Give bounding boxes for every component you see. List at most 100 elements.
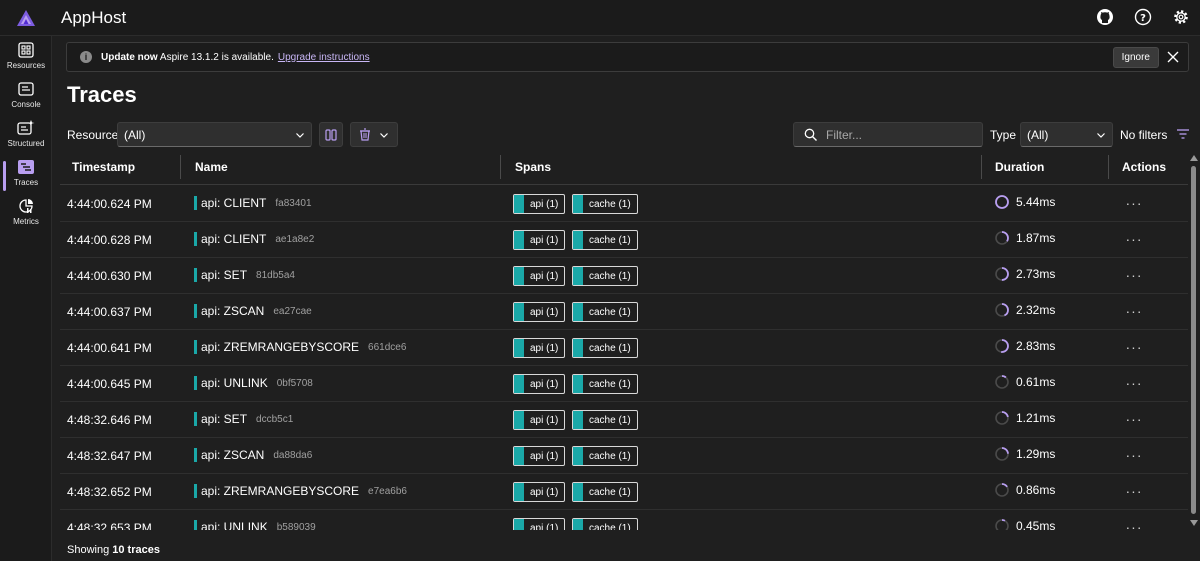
columns-button[interactable] — [319, 122, 343, 147]
span-badge[interactable]: api (1) — [513, 194, 566, 214]
span-badge[interactable]: cache (1) — [572, 230, 638, 250]
trace-name-cell[interactable]: api: ZSCAN da88da6 — [194, 446, 312, 464]
table-row[interactable]: 4:44:00.645 PM api: UNLINK 0bf5708 api (1) c… — [60, 366, 1188, 402]
close-icon[interactable] — [1165, 49, 1181, 65]
duration-progress-icon — [995, 483, 1009, 497]
trace-name[interactable]: api: ZSCAN — [201, 448, 264, 462]
more-actions-icon[interactable]: ··· — [1126, 267, 1142, 283]
span-badge[interactable]: cache (1) — [572, 410, 638, 430]
header-timestamp[interactable]: Timestamp — [72, 160, 135, 174]
table-row[interactable]: 4:44:00.630 PM api: SET 81db5a4 api (1) cach… — [60, 258, 1188, 294]
trace-duration: 0.86ms — [1016, 483, 1056, 497]
nav-console[interactable]: Console — [0, 79, 52, 117]
trace-name[interactable]: api: ZSCAN — [201, 304, 264, 318]
span-badge[interactable]: cache (1) — [572, 302, 638, 322]
more-actions-icon[interactable]: ··· — [1126, 519, 1142, 530]
more-actions-icon[interactable]: ··· — [1126, 195, 1142, 211]
more-actions-icon[interactable]: ··· — [1126, 303, 1142, 319]
span-badge[interactable]: api (1) — [513, 230, 566, 250]
trace-name-cell[interactable]: api: UNLINK 0bf5708 — [194, 374, 313, 392]
more-actions-icon[interactable]: ··· — [1126, 447, 1142, 463]
span-label: cache (1) — [589, 450, 631, 462]
trace-name-cell[interactable]: api: UNLINK b589039 — [194, 518, 316, 530]
span-badge[interactable]: cache (1) — [572, 374, 638, 394]
more-actions-icon[interactable]: ··· — [1126, 375, 1142, 391]
trace-name-cell[interactable]: api: CLIENT fa83401 — [194, 194, 312, 212]
span-badge[interactable]: cache (1) — [572, 518, 638, 530]
table-row[interactable]: 4:48:32.647 PM api: ZSCAN da88da6 api (1) ca… — [60, 438, 1188, 474]
span-badge[interactable]: api (1) — [513, 266, 566, 286]
trace-name[interactable]: api: CLIENT — [201, 196, 266, 210]
header-name[interactable]: Name — [195, 160, 228, 174]
column-resize-handle[interactable] — [180, 155, 181, 179]
resource-select[interactable]: (All) — [117, 122, 312, 147]
span-badge[interactable]: cache (1) — [572, 266, 638, 286]
trace-name-cell[interactable]: api: ZSCAN ea27cae — [194, 302, 312, 320]
upgrade-instructions-link[interactable]: Upgrade instructions — [278, 52, 370, 63]
span-badge[interactable]: cache (1) — [572, 338, 638, 358]
trace-id: da88da6 — [273, 449, 313, 461]
span-badge[interactable]: cache (1) — [572, 482, 638, 502]
nav-structured[interactable]: Structured — [0, 118, 52, 156]
table-row[interactable]: 4:44:00.637 PM api: ZSCAN ea27cae api (1) ca… — [60, 294, 1188, 330]
more-actions-icon[interactable]: ··· — [1126, 231, 1142, 247]
more-actions-icon[interactable]: ··· — [1126, 411, 1142, 427]
trace-name[interactable]: api: SET — [201, 412, 247, 426]
trace-name-cell[interactable]: api: ZREMRANGEBYSCORE e7ea6b6 — [194, 482, 407, 500]
trace-name-cell[interactable]: api: SET dccb5c1 — [194, 410, 293, 428]
filter-icon[interactable] — [1176, 128, 1190, 140]
span-badge[interactable]: cache (1) — [572, 446, 638, 466]
column-resize-handle[interactable] — [1108, 155, 1109, 179]
span-badge[interactable]: cache (1) — [572, 194, 638, 214]
trace-name[interactable]: api: SET — [201, 268, 247, 282]
table-row[interactable]: 4:44:00.624 PM api: CLIENT fa83401 api (1) c… — [60, 186, 1188, 222]
span-badge[interactable]: api (1) — [513, 446, 566, 466]
scroll-down-icon[interactable] — [1190, 520, 1198, 526]
header-spans[interactable]: Spans — [515, 160, 551, 174]
scroll-up-icon[interactable] — [1190, 155, 1198, 161]
trace-name-cell[interactable]: api: SET 81db5a4 — [194, 266, 295, 284]
nav-label: Structured — [7, 139, 45, 148]
trace-count-value: 10 traces — [112, 544, 160, 556]
vertical-scrollbar[interactable] — [1188, 150, 1200, 534]
help-icon[interactable]: ? — [1130, 4, 1156, 30]
span-badge[interactable]: api (1) — [513, 302, 566, 322]
more-actions-icon[interactable]: ··· — [1126, 339, 1142, 355]
span-badge[interactable]: api (1) — [513, 518, 566, 530]
span-color-swatch — [514, 447, 524, 465]
github-icon[interactable] — [1092, 4, 1118, 30]
span-badge[interactable]: api (1) — [513, 410, 566, 430]
trace-name[interactable]: api: CLIENT — [201, 232, 266, 246]
delete-menu-button[interactable] — [350, 122, 398, 147]
trace-name-cell[interactable]: api: CLIENT ae1a8e2 — [194, 230, 314, 248]
span-label: cache (1) — [589, 378, 631, 390]
column-resize-handle[interactable] — [981, 155, 982, 179]
table-row[interactable]: 4:44:00.641 PM api: ZREMRANGEBYSCORE 661dc… — [60, 330, 1188, 366]
column-resize-handle[interactable] — [500, 155, 501, 179]
nav-metrics[interactable]: Metrics — [0, 196, 52, 234]
table-row[interactable]: 4:48:32.652 PM api: ZREMRANGEBYSCORE e7ea6… — [60, 474, 1188, 510]
aspire-logo-icon[interactable] — [0, 0, 52, 36]
trace-name[interactable]: api: ZREMRANGEBYSCORE — [201, 484, 359, 498]
duration-cell: 2.32ms — [994, 302, 1055, 318]
duration-progress-icon — [995, 195, 1009, 209]
trace-name[interactable]: api: UNLINK — [201, 520, 268, 530]
trace-name[interactable]: api: ZREMRANGEBYSCORE — [201, 340, 359, 354]
table-row[interactable]: 4:48:32.653 PM api: UNLINK b589039 api (1) c… — [60, 510, 1188, 530]
span-badge[interactable]: api (1) — [513, 338, 566, 358]
span-badge[interactable]: api (1) — [513, 482, 566, 502]
nav-resources[interactable]: Resources — [0, 40, 52, 78]
type-select[interactable]: (All) — [1020, 122, 1113, 147]
table-row[interactable]: 4:44:00.628 PM api: CLIENT ae1a8e2 api (1) c… — [60, 222, 1188, 258]
span-badge[interactable]: api (1) — [513, 374, 566, 394]
filter-input[interactable] — [826, 127, 976, 142]
table-row[interactable]: 4:48:32.646 PM api: SET dccb5c1 api (1) cach… — [60, 402, 1188, 438]
ignore-button[interactable]: Ignore — [1112, 47, 1159, 68]
trace-name-cell[interactable]: api: ZREMRANGEBYSCORE 661dce6 — [194, 338, 406, 356]
scrollbar-thumb[interactable] — [1191, 166, 1196, 514]
more-actions-icon[interactable]: ··· — [1126, 483, 1142, 499]
nav-traces[interactable]: Traces — [0, 157, 52, 195]
settings-gear-icon[interactable] — [1168, 4, 1194, 30]
header-duration[interactable]: Duration — [995, 160, 1044, 174]
trace-name[interactable]: api: UNLINK — [201, 376, 268, 390]
